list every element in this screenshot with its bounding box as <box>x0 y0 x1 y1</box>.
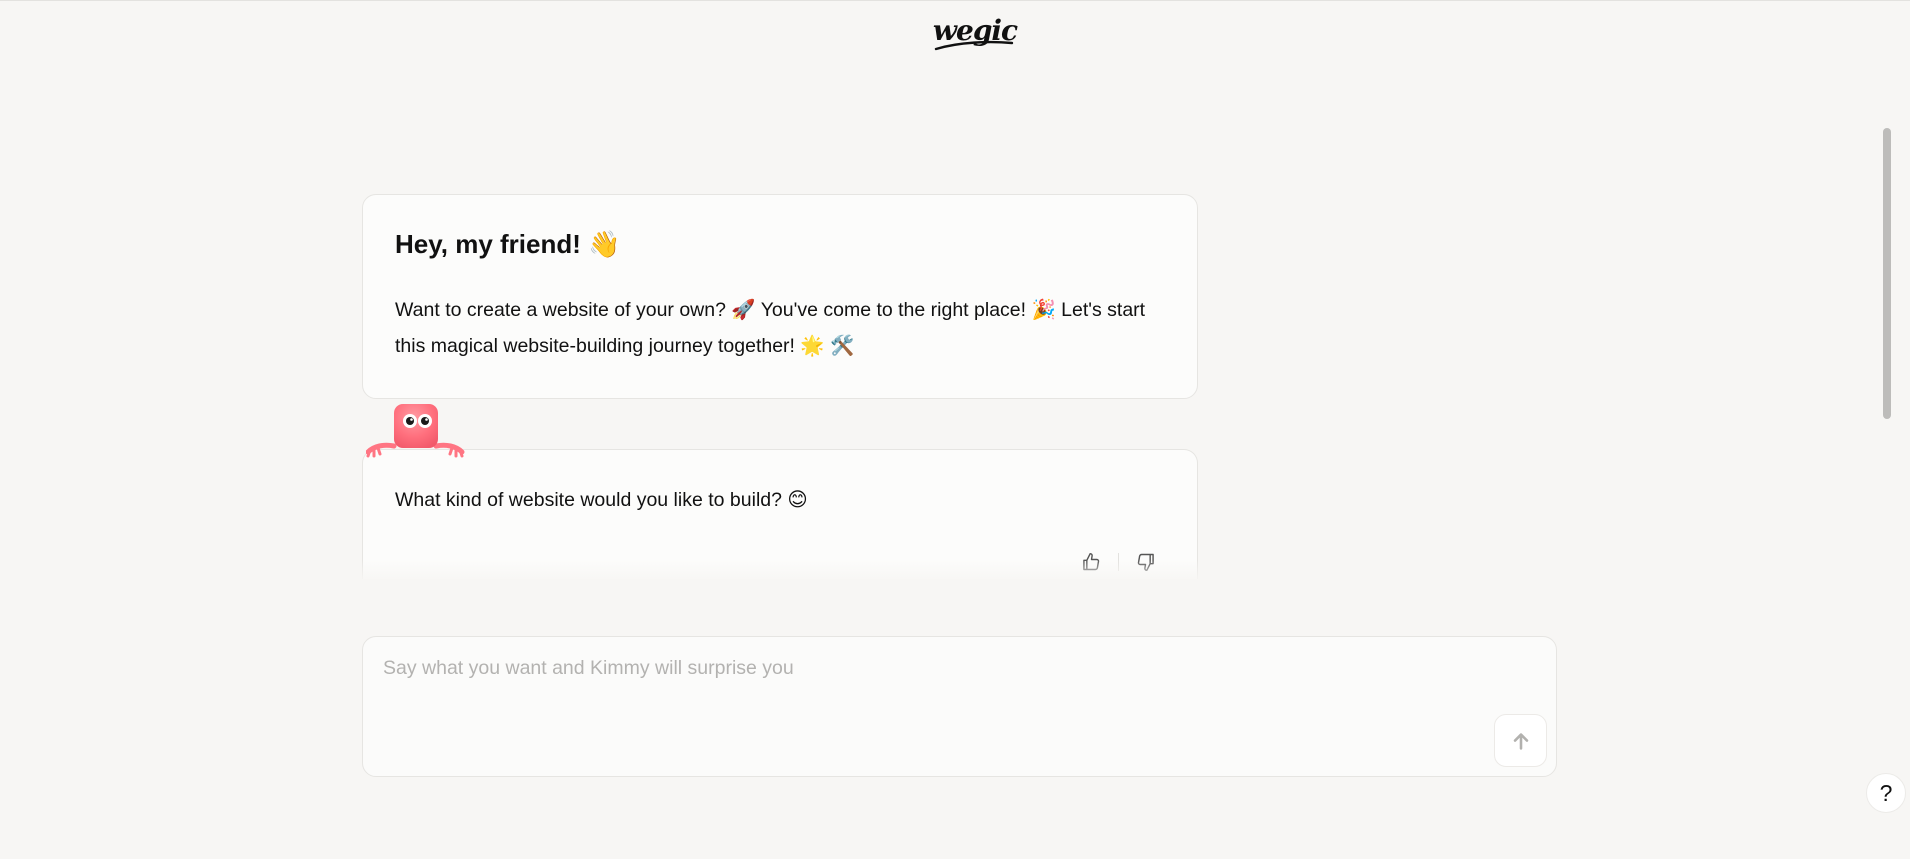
top-border <box>0 0 1910 1</box>
send-button[interactable] <box>1494 714 1547 767</box>
welcome-message: Hey, my friend! 👋 Want to create a websi… <box>362 194 1198 399</box>
scrollbar-thumb[interactable] <box>1883 128 1891 419</box>
welcome-heading: Hey, my friend! 👋 <box>395 229 621 259</box>
arrow-up-icon <box>1513 732 1528 750</box>
wegic-logo[interactable]: wegic <box>932 12 1018 51</box>
mascot-icon <box>365 402 466 466</box>
welcome-body: Want to create a website of your own? 🚀 … <box>395 299 1146 357</box>
prompt-input[interactable] <box>383 655 1483 735</box>
chat-fade-overlay <box>360 560 1202 582</box>
logo-underline-icon <box>934 40 1014 51</box>
question-text: What kind of website would you like to b… <box>395 489 808 511</box>
help-button[interactable]: ? <box>1866 773 1906 813</box>
chat-composer <box>362 636 1557 777</box>
